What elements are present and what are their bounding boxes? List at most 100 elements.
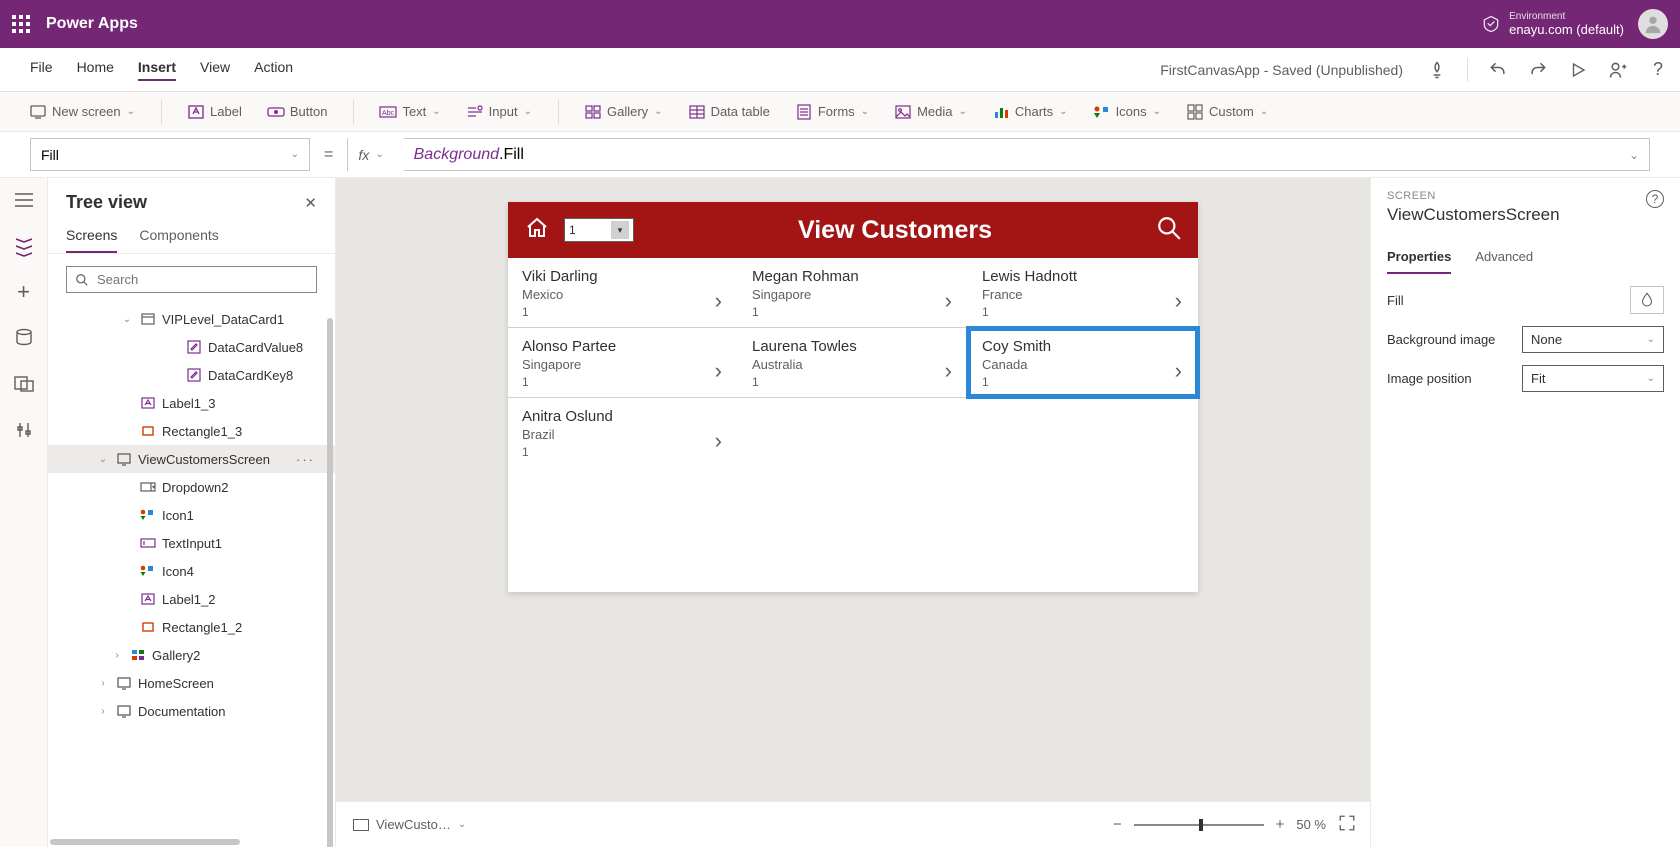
tree-node-documentation[interactable]: ›Documentation xyxy=(48,697,335,725)
more-icon[interactable]: ··· xyxy=(296,452,315,467)
label-button[interactable]: Label xyxy=(188,104,242,120)
home-icon[interactable] xyxy=(524,216,550,245)
app-checker-icon[interactable] xyxy=(1427,60,1447,80)
user-avatar[interactable] xyxy=(1638,9,1668,39)
data-table-button[interactable]: Data table xyxy=(689,104,770,120)
environment-selector[interactable]: Environment enayu.com (default) xyxy=(1481,11,1624,37)
expander-icon[interactable]: › xyxy=(110,650,124,661)
fill-color-picker[interactable] xyxy=(1630,286,1664,314)
help-icon[interactable]: ? xyxy=(1648,60,1668,80)
bg-image-select[interactable]: None ⌄ xyxy=(1522,326,1664,353)
customer-gallery[interactable]: Viki DarlingMexico1›Megan RohmanSingapor… xyxy=(508,258,1198,592)
fit-to-window-icon[interactable] xyxy=(1338,814,1356,835)
expander-icon[interactable]: ⌄ xyxy=(120,314,134,325)
tree-node-viewcustomersscreen[interactable]: ⌄ViewCustomersScreen··· xyxy=(48,445,335,473)
img-pos-select[interactable]: Fit ⌄ xyxy=(1522,365,1664,392)
fx-button[interactable]: fx⌄ xyxy=(347,138,393,171)
tree-node-icon1[interactable]: Icon1 xyxy=(48,501,335,529)
expander-icon[interactable]: › xyxy=(96,678,110,689)
tree-node-viplevel_datacard1[interactable]: ⌄VIPLevel_DataCard1 xyxy=(48,305,335,333)
custom-dropdown[interactable]: Custom⌄ xyxy=(1187,104,1268,120)
expander-icon[interactable]: › xyxy=(96,706,110,717)
chevron-right-icon[interactable]: › xyxy=(945,288,952,314)
svg-text:Abc: Abc xyxy=(382,110,395,117)
app-launcher-icon[interactable] xyxy=(12,15,30,33)
chevron-right-icon[interactable]: › xyxy=(715,288,722,314)
tree-node-datacardvalue8[interactable]: DataCardValue8 xyxy=(48,333,335,361)
tree-node-rectangle1_3[interactable]: Rectangle1_3 xyxy=(48,417,335,445)
tree-tab-components[interactable]: Components xyxy=(139,219,218,253)
expander-icon[interactable]: ⌄ xyxy=(96,454,110,465)
undo-icon[interactable] xyxy=(1488,60,1508,80)
gallery-item[interactable]: Alonso ParteeSingapore1› xyxy=(508,328,738,397)
menu-action[interactable]: Action xyxy=(254,59,293,81)
breadcrumb-selector[interactable]: ViewCusto… ⌄ xyxy=(350,812,469,837)
play-icon[interactable] xyxy=(1568,60,1588,80)
gallery-item[interactable]: Megan RohmanSingapore1› xyxy=(738,258,968,327)
menu-file[interactable]: File xyxy=(30,59,53,81)
chevron-down-icon: ⌄ xyxy=(291,149,299,160)
gallery-item[interactable]: Coy SmithCanada1› xyxy=(968,328,1198,397)
tree-node-label1_2[interactable]: Label1_2 xyxy=(48,585,335,613)
input-dropdown[interactable]: Input⌄ xyxy=(467,104,532,120)
tree-node-homescreen[interactable]: ›HomeScreen xyxy=(48,669,335,697)
edit-icon xyxy=(186,339,202,355)
tree-node-dropdown2[interactable]: Dropdown2 xyxy=(48,473,335,501)
rail-media-icon[interactable] xyxy=(14,374,34,394)
share-icon[interactable] xyxy=(1608,60,1628,80)
help-icon[interactable]: ? xyxy=(1646,190,1664,208)
tree-tab-screens[interactable]: Screens xyxy=(66,219,117,253)
icons-dropdown[interactable]: Icons⌄ xyxy=(1094,104,1161,120)
search-icon[interactable] xyxy=(1156,215,1182,246)
gallery-item[interactable]: Laurena TowlesAustralia1› xyxy=(738,328,968,397)
button-control[interactable]: Button xyxy=(268,104,328,120)
tree-node-icon4[interactable]: Icon4 xyxy=(48,557,335,585)
zoom-slider[interactable] xyxy=(1134,824,1264,826)
gallery-item[interactable]: Lewis HadnottFrance1› xyxy=(968,258,1198,327)
menu-view[interactable]: View xyxy=(200,59,230,81)
rail-tree-view-icon[interactable] xyxy=(14,236,34,256)
zoom-in-button[interactable]: + xyxy=(1276,816,1285,833)
zoom-out-button[interactable]: − xyxy=(1113,816,1122,833)
tree-search[interactable] xyxy=(66,266,317,293)
canvas-screen[interactable]: 1 ▾ View Customers Viki DarlingMexico1›M… xyxy=(508,202,1198,592)
text-dropdown[interactable]: Abc Text⌄ xyxy=(380,104,440,120)
tree-node-datacardkey8[interactable]: DataCardKey8 xyxy=(48,361,335,389)
customer-level: 1 xyxy=(522,375,724,389)
new-screen-button[interactable]: New screen⌄ xyxy=(30,104,135,120)
menu-home[interactable]: Home xyxy=(77,59,114,81)
media-dropdown[interactable]: Media⌄ xyxy=(895,104,967,120)
props-tab-advanced[interactable]: Advanced xyxy=(1475,241,1533,274)
tree-node-textinput1[interactable]: TextInput1 xyxy=(48,529,335,557)
chevron-right-icon[interactable]: › xyxy=(1175,288,1182,314)
tree-node-gallery2[interactable]: ›Gallery2 xyxy=(48,641,335,669)
charts-dropdown[interactable]: Charts⌄ xyxy=(993,104,1068,120)
forms-dropdown[interactable]: Forms⌄ xyxy=(796,104,869,120)
chevron-right-icon[interactable]: › xyxy=(1175,358,1182,384)
chevron-right-icon[interactable]: › xyxy=(715,358,722,384)
redo-icon[interactable] xyxy=(1528,60,1548,80)
props-tab-properties[interactable]: Properties xyxy=(1387,241,1451,274)
rail-advanced-tools-icon[interactable] xyxy=(14,420,34,440)
chevron-right-icon[interactable]: › xyxy=(945,358,952,384)
tree-node-label1_3[interactable]: Label1_3 xyxy=(48,389,335,417)
chevron-right-icon[interactable]: › xyxy=(715,428,722,454)
formula-input[interactable]: Background.Fill ⌄ xyxy=(404,138,1650,171)
rail-insert-icon[interactable]: + xyxy=(14,282,34,302)
expand-formula-icon[interactable]: ⌄ xyxy=(1629,148,1639,162)
close-icon[interactable]: ✕ xyxy=(304,194,317,212)
tree-node-rectangle1_2[interactable]: Rectangle1_2 xyxy=(48,613,335,641)
customer-level: 1 xyxy=(752,305,954,319)
tree-scrollbar[interactable] xyxy=(327,318,333,847)
menu-insert[interactable]: Insert xyxy=(138,59,176,81)
customer-country: Australia xyxy=(752,357,954,372)
gallery-dropdown[interactable]: Gallery⌄ xyxy=(585,104,663,120)
gallery-item[interactable]: Anitra OslundBrazil1› xyxy=(508,398,738,467)
property-selector[interactable]: Fill ⌄ xyxy=(30,138,310,171)
tree-h-scrollbar[interactable] xyxy=(50,839,240,845)
rail-data-icon[interactable] xyxy=(14,328,34,348)
rail-hamburger-icon[interactable] xyxy=(14,190,34,210)
tree-search-input[interactable] xyxy=(97,272,308,287)
gallery-item[interactable]: Viki DarlingMexico1› xyxy=(508,258,738,327)
level-dropdown[interactable]: 1 ▾ xyxy=(564,218,634,242)
